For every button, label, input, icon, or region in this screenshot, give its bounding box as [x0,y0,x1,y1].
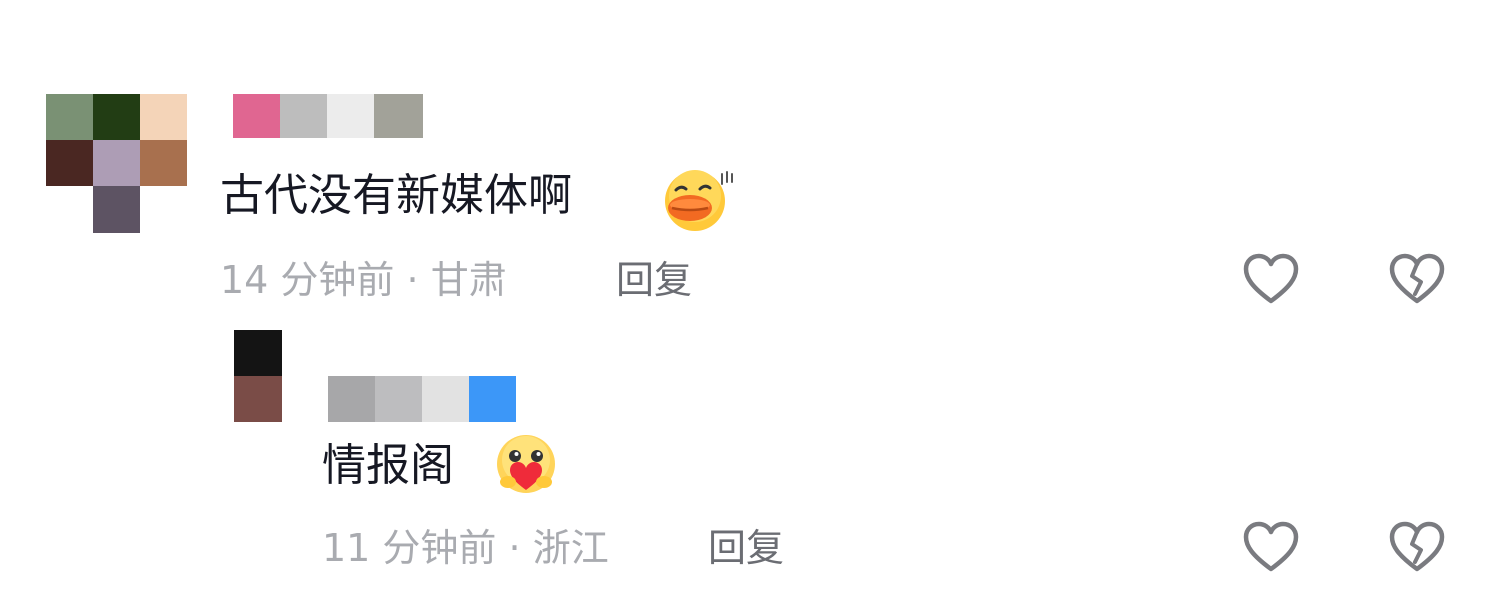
name-pixel [280,94,327,138]
comment-text-content: 古代没有新媒体啊 [220,170,572,221]
name-pixel [375,376,422,422]
comment-text-content: 情报阁 [322,440,454,491]
avatar-pixel [46,94,93,140]
avatar-pixel [140,140,187,186]
like-heart-icon[interactable] [1242,520,1300,574]
avatar-pixel [93,140,140,186]
username-blurred[interactable] [233,94,423,138]
avatar-pixel [234,376,282,422]
name-pixel [327,94,374,138]
avatar-pixel [93,94,140,140]
location: 浙江 [532,526,609,570]
username-blurred[interactable] [328,376,516,422]
avatar[interactable] [234,330,282,422]
comment-text: 情报阁 [322,444,454,488]
avatar-pixel [93,186,140,233]
name-pixel [469,376,516,422]
comment-meta: 14 分钟前 · 甘肃 [220,261,507,299]
like-heart-icon[interactable] [1242,252,1300,306]
name-pixel [233,94,280,138]
name-pixel [374,94,423,138]
avatar-pixel [234,330,282,376]
timestamp: 14 分钟前 [220,258,395,302]
dislike-broken-heart-icon[interactable] [1388,520,1446,574]
reply-button[interactable]: 回复 [616,261,692,299]
reply-button[interactable]: 回复 [708,529,784,567]
comment-meta: 11 分钟前 · 浙江 [322,529,609,567]
name-pixel [328,376,375,422]
timestamp: 11 分钟前 [322,526,497,570]
location: 甘肃 [430,258,507,302]
dislike-broken-heart-icon[interactable] [1388,252,1446,306]
name-pixel [422,376,469,422]
separator-dot: · [406,258,419,302]
avatar-pixel [46,140,93,186]
duck-lips-emoji [665,170,733,231]
avatar[interactable] [46,94,187,235]
avatar-pixel [140,94,187,140]
heart-hug-emoji [497,435,555,493]
separator-dot: · [508,526,521,570]
comment-text: 古代没有新媒体啊 [220,174,572,218]
